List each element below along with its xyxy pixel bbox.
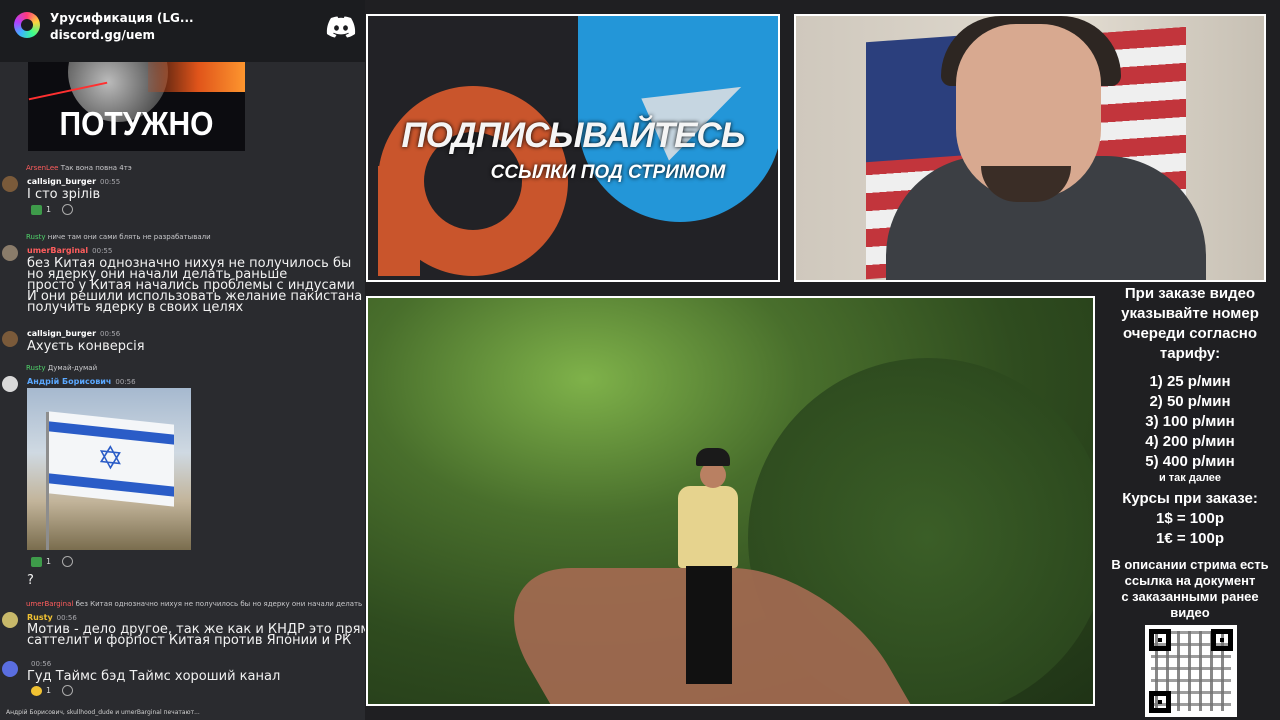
reply-preview[interactable]: Rusty ниче там они сами блять не разраба… xyxy=(26,233,211,241)
message-author[interactable]: callsign_burger 00:56 xyxy=(27,329,120,338)
doc-line: с заказанными ранее xyxy=(1121,589,1259,604)
reaction-emoji-icon xyxy=(31,204,42,215)
message-author[interactable]: umerBarginal 00:55 xyxy=(27,246,112,255)
tariff-item: 1) 25 р/мин xyxy=(1149,373,1231,390)
reaction[interactable]: 1 xyxy=(28,556,54,568)
qr-finder xyxy=(1149,691,1171,713)
discord-header: Урусификация (LG... discord.gg/uem xyxy=(0,0,365,62)
intro-line: указывайте номер xyxy=(1121,305,1259,322)
message-time: 00:56 xyxy=(115,378,136,386)
israel-flag: ✡ xyxy=(49,411,174,507)
potuzhno-caption: ПОТУЖНО xyxy=(59,106,214,143)
chat-message: 00:56 Гуд Таймс бэд Таймс хороший канал … xyxy=(0,657,365,701)
message-text: Ахуєть конверсія xyxy=(27,339,145,354)
avatar[interactable] xyxy=(2,331,18,347)
qr-finder xyxy=(1149,629,1171,651)
message-text: І сто зрілів xyxy=(27,187,101,202)
tariffs-more: и так далее xyxy=(1158,472,1222,484)
promo-title: ПОДПИСЫВАЙТЕСЬ xyxy=(401,116,745,155)
add-reaction-icon[interactable] xyxy=(61,685,73,696)
typing-indicator: Андрій Борисович, skullhood_dude и umerB… xyxy=(6,709,200,716)
message-author[interactable]: 00:56 xyxy=(27,659,51,668)
bucket-hat xyxy=(696,448,730,466)
avatar[interactable] xyxy=(2,612,18,628)
reply-preview[interactable]: umerBarginal без Китая однозначно нихуя … xyxy=(26,600,365,608)
walking-man xyxy=(668,448,748,698)
server-avatar[interactable] xyxy=(14,12,40,38)
reply-text: Думай-думай xyxy=(47,364,98,372)
message-text: Гуд Таймс бэд Таймс хороший канал xyxy=(27,669,281,684)
reaction-bar: 1 xyxy=(28,204,73,216)
rate-item: 1€ = 100р xyxy=(1156,530,1224,547)
chat-message: Rusty ниче там они сами блять не разраба… xyxy=(0,231,365,321)
message-author[interactable]: Андрій Борисович 00:56 xyxy=(27,377,136,386)
star-of-david-icon: ✡ xyxy=(97,437,124,479)
reaction-emoji-icon xyxy=(31,556,42,567)
reply-user: Rusty xyxy=(26,233,46,241)
intro-line: При заказе видео xyxy=(1124,285,1256,302)
qr-code[interactable] xyxy=(1145,625,1237,717)
invite-link[interactable]: discord.gg/uem xyxy=(50,28,155,42)
intro-line: очереди согласно xyxy=(1122,325,1258,342)
chat-message: ArsenLee Так вона повна 4тэ callsign_bur… xyxy=(0,162,365,218)
reply-user: Rusty xyxy=(26,364,46,372)
reaction-bar: 1 xyxy=(28,556,73,568)
avatar[interactable] xyxy=(2,176,18,192)
reply-preview[interactable]: Rusty Думай-думай xyxy=(26,364,97,372)
reaction-emoji-icon xyxy=(31,685,42,696)
message-time: 00:56 xyxy=(100,330,121,338)
message-text: ? xyxy=(27,573,34,588)
main-video[interactable] xyxy=(366,296,1095,706)
avatar[interactable] xyxy=(2,245,18,261)
promo-banner: ПОДПИСЫВАЙТЕСЬ ССЫЛКИ ПОД СТРИМОМ xyxy=(366,14,780,282)
reply-text: Так вона повна 4тэ xyxy=(60,164,132,172)
webcam-feed xyxy=(794,14,1266,282)
doc-line: видео xyxy=(1170,605,1210,620)
qr-finder xyxy=(1211,629,1233,651)
avatar[interactable] xyxy=(2,376,18,392)
discord-logo-icon xyxy=(326,16,356,38)
rate-item: 1$ = 100р xyxy=(1156,510,1224,527)
message-text: без Китая однозначно нихуя не получилось… xyxy=(27,256,363,315)
israel-flag-image[interactable]: ✡ xyxy=(27,388,191,550)
message-author[interactable]: Rusty 00:56 xyxy=(27,613,77,622)
tariff-item: 5) 400 р/мин xyxy=(1145,453,1235,470)
rates-title: Курсы при заказе: xyxy=(1122,490,1258,507)
reply-user: umerBarginal xyxy=(26,600,74,608)
doc-line: ссылка на документ xyxy=(1124,573,1256,588)
add-reaction-icon[interactable] xyxy=(61,556,73,567)
reaction[interactable]: 1 xyxy=(28,204,54,216)
message-author[interactable]: callsign_burger 00:55 xyxy=(27,177,120,186)
reply-preview[interactable]: ArsenLee Так вона повна 4тэ xyxy=(26,164,132,172)
reaction[interactable]: 1 xyxy=(28,685,54,697)
avatar[interactable] xyxy=(2,661,18,677)
message-time: 00:56 xyxy=(56,614,77,622)
message-time: 00:55 xyxy=(100,178,121,186)
order-info-panel: При заказе видео указывайте номер очеред… xyxy=(1100,284,1280,621)
reply-user: ArsenLee xyxy=(26,164,59,172)
message-time: 00:56 xyxy=(31,660,52,668)
intro-line: тарифу: xyxy=(1159,345,1221,362)
message-time: 00:55 xyxy=(92,247,113,255)
add-reaction-icon[interactable] xyxy=(61,204,73,215)
chat-message: umerBarginal без Китая однозначно нихуя … xyxy=(0,598,365,650)
reply-text: ниче там они сами блять не разрабатывали xyxy=(47,233,211,241)
potuzhno-image[interactable]: ПОТУЖНО xyxy=(28,62,245,151)
doc-line: В описании стрима есть xyxy=(1111,557,1269,572)
tariff-item: 3) 100 р/мин xyxy=(1145,413,1235,430)
discord-chat-panel: Урусификация (LG... discord.gg/uem ПОТУЖ… xyxy=(0,0,365,720)
promo-subtitle: ССЫЛКИ ПОД СТРИМОМ xyxy=(490,162,726,183)
tariff-item: 4) 200 р/мин xyxy=(1145,433,1235,450)
server-name[interactable]: Урусификация (LG... xyxy=(50,11,194,25)
message-text: Мотив - дело другое, так же как и КНДР э… xyxy=(27,622,365,648)
reply-text: без Китая однозначно нихуя не получилось… xyxy=(75,600,365,608)
tariff-item: 2) 50 р/мин xyxy=(1149,393,1231,410)
fire-graphic xyxy=(148,62,245,92)
chat-message: callsign_burger 00:56 Ахуєть конверсія xyxy=(0,327,365,355)
reaction-bar: 1 xyxy=(28,685,73,697)
